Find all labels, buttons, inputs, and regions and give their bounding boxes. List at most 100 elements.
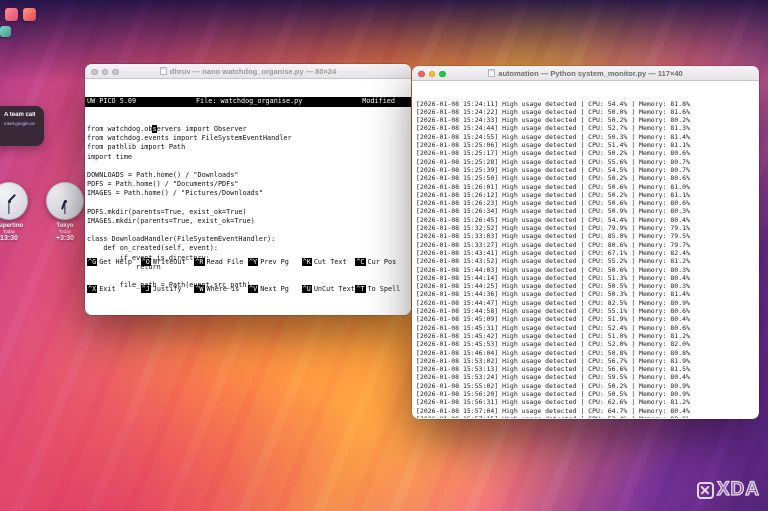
close-button[interactable]	[418, 71, 425, 78]
code-line: from watchdog.events import FileSystemEv…	[87, 134, 411, 143]
log-line: [2026-01-08 15:53:24] High usage detecte…	[416, 373, 759, 381]
log-line: [2026-01-08 15:46:04] High usage detecte…	[416, 349, 759, 357]
monitor-log-lines: [2026-01-08 15:24:11] High usage detecte…	[416, 100, 759, 418]
clock-cupertino: Cupertino Today 13:30	[0, 182, 32, 242]
log-line: [2026-01-08 15:24:44] High usage detecte…	[416, 124, 759, 132]
nano-shortcut: ^YPrev Pg	[248, 258, 302, 267]
file-proxy-icon[interactable]	[160, 67, 167, 75]
log-line: [2026-01-08 15:57:15] High usage detecte…	[416, 415, 759, 418]
nano-shortcut: ^JJustify	[141, 285, 195, 294]
code-line: PDFS = Path.home() / "Documents/PDFs"	[87, 180, 411, 189]
clock-day: Today	[0, 229, 32, 234]
close-button[interactable]	[91, 69, 98, 76]
xda-watermark: XDA	[697, 479, 760, 501]
log-line: [2026-01-08 15:44:03] High usage detecte…	[416, 266, 759, 274]
nano-editor-window[interactable]: dhruv — nano watchdog_organise.py — 80×2…	[85, 64, 411, 315]
world-clock-widget[interactable]: Cupertino Today 13:30 Tokyo Today +3:30	[0, 182, 88, 242]
code-line: import time	[87, 153, 411, 162]
code-line: IMAGES.mkdir(parents=True, exist_ok=True…	[87, 217, 411, 226]
log-line: [2026-01-08 15:26:34] High usage detecte…	[416, 207, 759, 215]
xda-logo-icon	[697, 482, 714, 499]
code-line: IMAGES = Path.home() / "Pictures/Downloa…	[87, 189, 411, 198]
desktop-item-icon[interactable]	[0, 26, 11, 37]
nano-terminal-content[interactable]: UW PICO 5.09 File: watchdog_organise.py …	[85, 79, 411, 315]
log-line: [2026-01-08 15:56:31] High usage detecte…	[416, 398, 759, 406]
log-line: [2026-01-08 15:24:22] High usage detecte…	[416, 108, 759, 116]
note-title: A team call	[4, 112, 40, 118]
log-line: [2026-01-08 15:53:13] High usage detecte…	[416, 365, 759, 373]
nano-cursor: s	[152, 125, 156, 133]
nano-shortcut-row-1: ^GGet Help^OWriteOut^RRead File^YPrev Pg…	[87, 258, 409, 267]
clock-face-icon	[46, 182, 84, 220]
calendar-note-widget[interactable]: A team call meet.google.us	[0, 106, 44, 146]
log-line: [2026-01-08 15:24:33] High usage detecte…	[416, 116, 759, 124]
code-line: from pathlib import Path	[87, 143, 411, 152]
nano-shortcut: ^GGet Help	[87, 258, 141, 267]
nano-shortcut: ^TTo Spell	[355, 285, 409, 294]
nano-window-title: dhruv — nano watchdog_organise.py — 80×2…	[170, 67, 337, 76]
log-line: [2026-01-08 15:26:23] High usage detecte…	[416, 199, 759, 207]
log-line: [2026-01-08 15:25:28] High usage detecte…	[416, 158, 759, 166]
nano-shortcut: ^XExit	[87, 285, 141, 294]
zoom-button[interactable]	[112, 69, 119, 76]
nano-shortcut: ^OWriteOut	[141, 258, 195, 267]
log-line: [2026-01-08 15:33:27] High usage detecte…	[416, 241, 759, 249]
xda-watermark-text: XDA	[717, 479, 760, 501]
log-line: [2026-01-08 15:44:58] High usage detecte…	[416, 307, 759, 315]
minimize-button[interactable]	[429, 71, 436, 78]
log-line: [2026-01-08 15:25:39] High usage detecte…	[416, 166, 759, 174]
log-line: [2026-01-08 15:45:31] High usage detecte…	[416, 324, 759, 332]
nano-modified-badge: Modified	[362, 97, 395, 106]
window-controls	[418, 71, 446, 78]
desktop-mini-icons	[5, 8, 36, 21]
clock-time: 13:30	[0, 235, 32, 242]
nano-filename-label: File: watchdog_organise.py	[136, 97, 362, 106]
clock-face-icon	[0, 182, 28, 220]
code-line	[87, 199, 411, 208]
nano-shortcut-bar: ^GGet Help^OWriteOut^RRead File^YPrev Pg…	[87, 239, 409, 313]
log-line: [2026-01-08 15:25:50] High usage detecte…	[416, 174, 759, 182]
log-line: [2026-01-08 15:57:04] High usage detecte…	[416, 407, 759, 415]
log-line: [2026-01-08 15:25:06] High usage detecte…	[416, 141, 759, 149]
nano-shortcut: ^WWhere is	[194, 285, 248, 294]
log-line: [2026-01-08 15:45:53] High usage detecte…	[416, 340, 759, 348]
minimize-button[interactable]	[102, 69, 109, 76]
desktop-item-icon[interactable]	[23, 8, 36, 21]
log-line: [2026-01-08 15:45:42] High usage detecte…	[416, 332, 759, 340]
zoom-button[interactable]	[439, 71, 446, 78]
nano-window-titlebar[interactable]: dhruv — nano watchdog_organise.py — 80×2…	[85, 64, 411, 79]
code-line: PDFS.mkdir(parents=True, exist_ok=True)	[87, 208, 411, 217]
log-line: [2026-01-08 15:44:14] High usage detecte…	[416, 274, 759, 282]
log-line: [2026-01-08 15:56:20] High usage detecte…	[416, 390, 759, 398]
code-line: DOWNLOADS = Path.home() / "Downloads"	[87, 171, 411, 180]
nano-shortcut: ^CCur Pos	[355, 258, 409, 267]
file-proxy-icon[interactable]	[488, 69, 495, 77]
nano-shortcut: ^KCut Text	[302, 258, 356, 267]
log-line: [2026-01-08 15:33:03] High usage detecte…	[416, 232, 759, 240]
nano-status-header: UW PICO 5.09 File: watchdog_organise.py …	[85, 97, 411, 106]
code-line	[87, 162, 411, 171]
log-line: [2026-01-08 15:25:17] High usage detecte…	[416, 149, 759, 157]
log-line: [2026-01-08 15:44:36] High usage detecte…	[416, 290, 759, 298]
nano-shortcut: ^UUnCut Text	[302, 285, 356, 294]
log-line: [2026-01-08 15:26:45] High usage detecte…	[416, 216, 759, 224]
log-line: [2026-01-08 15:24:55] High usage detecte…	[416, 133, 759, 141]
code-line: from watchdog.observers import Observer	[87, 125, 411, 134]
system-monitor-window[interactable]: automation — Python system_monitor.py — …	[412, 66, 759, 419]
nano-shortcut-row-2: ^XExit^JJustify^WWhere is^VNext Pg^UUnCu…	[87, 285, 409, 294]
log-line: [2026-01-08 15:44:47] High usage detecte…	[416, 299, 759, 307]
monitor-terminal-content[interactable]: [2026-01-08 15:24:11] High usage detecte…	[412, 81, 759, 418]
clock-time: +3:30	[42, 235, 88, 242]
log-line: [2026-01-08 15:53:02] High usage detecte…	[416, 357, 759, 365]
desktop-item-icon[interactable]	[5, 8, 18, 21]
log-line: [2026-01-08 15:24:11] High usage detecte…	[416, 100, 759, 108]
log-line: [2026-01-08 15:43:41] High usage detecte…	[416, 249, 759, 257]
nano-version-label: UW PICO 5.09	[87, 97, 136, 106]
code-line	[87, 226, 411, 235]
monitor-window-titlebar[interactable]: automation — Python system_monitor.py — …	[412, 66, 759, 81]
log-line: [2026-01-08 15:44:25] High usage detecte…	[416, 282, 759, 290]
log-line: [2026-01-08 15:55:02] High usage detecte…	[416, 382, 759, 390]
monitor-window-title: automation — Python system_monitor.py — …	[498, 69, 682, 78]
log-line: [2026-01-08 15:26:01] High usage detecte…	[416, 183, 759, 191]
log-line: [2026-01-08 15:45:09] High usage detecte…	[416, 315, 759, 323]
